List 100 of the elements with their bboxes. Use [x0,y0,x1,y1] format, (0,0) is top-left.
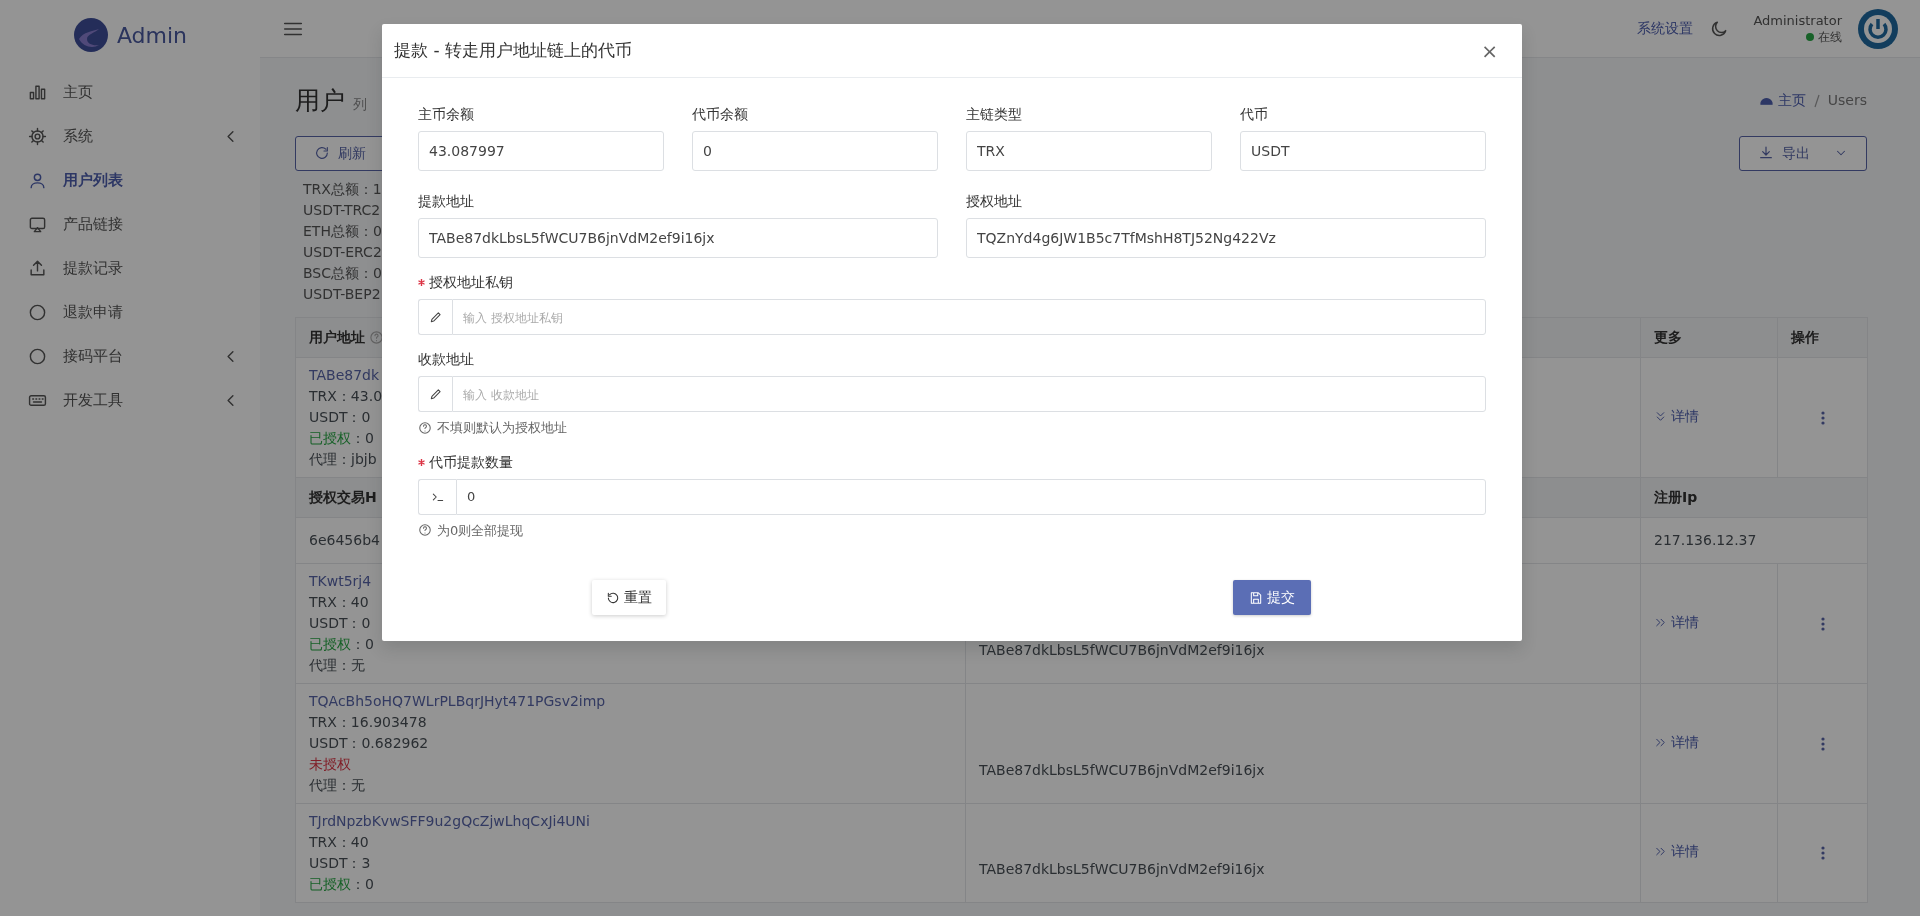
input-field[interactable]: TQZnYd4g6JW1B5c7TfMshH8TJ52Ng422Vz [966,218,1486,258]
table-cell: TABe87dkLbsL5fWCU7B6jnVdM2ef9i16jx [979,860,1265,877]
bar-chart-icon [28,82,47,102]
details-toggle[interactable]: 详情 [1654,731,1699,753]
total-line: ETH总额：0 [303,221,382,241]
input-field[interactable]: 0 [456,478,1486,515]
field-label: 代币余额 [692,105,748,124]
trx-balance: TRX：40 [309,832,369,852]
help-icon [369,329,384,345]
table-cell: TABe87dkLbsL5fWCU7B6jnVdM2ef9i16jx [979,761,1265,778]
auth-status: 已授权：0 [309,428,374,448]
usdt-balance: USDT：0 [309,613,371,633]
submit-button[interactable]: 提交 [1233,580,1311,615]
help-icon [418,523,432,538]
more-actions-icon[interactable] [1820,616,1825,631]
address-link[interactable]: TJrdNpzbKvwSFF9u2gQcZjwLhqCxJi4UNi [309,810,590,832]
page-subtitle: 列 [353,95,367,115]
input-field[interactable]: USDT [1240,131,1486,171]
help-text: 为0则全部提现 [437,521,524,540]
breadcrumb-separator [1813,93,1820,108]
agent-text: 代理：jbjb [309,449,377,469]
auth-status: 已授权：0 [309,874,374,894]
details-toggle[interactable]: 详情 [1654,405,1699,427]
settings-link[interactable]: 系统设置 [1637,18,1694,39]
address-link[interactable]: TKwt5rj4 [309,570,372,592]
sidebar-item[interactable]: 产品链接 [0,202,260,246]
column-header: 操作 [1777,317,1868,357]
details-toggle[interactable]: 详情 [1654,611,1699,633]
total-line: USDT-TRC2 [303,200,381,220]
total-line: USDT-ERC2 [303,242,382,262]
input-field[interactable]: 0 [692,131,938,171]
input-field[interactable]: 43.087997 [418,131,664,171]
total-line: BSC总额：0 [303,263,382,283]
avatar-icon[interactable] [1858,8,1898,49]
dialog-title: 提款 - 转走用户地址链上的代币 [394,38,632,62]
pencil-icon [428,387,443,401]
logo-icon [72,17,109,53]
breadcrumb-current: Users [1827,91,1867,111]
input-field[interactable]: 输入 授权地址私钥 [452,299,1486,335]
sidebar-item[interactable]: 用户列表 [0,158,260,202]
address-link[interactable]: TQAcBh5oHQ7WLrPLBqrJHyt471PGsv2imp [309,690,606,712]
breadcrumb-link[interactable]: 主页 [1758,90,1806,112]
pencil-icon [428,310,443,324]
reset-button[interactable]: 重置 [592,580,666,615]
input-field[interactable]: TRX [966,131,1212,171]
more-actions-icon[interactable] [1820,410,1825,425]
agent-text: 代理：无 [309,775,365,795]
undo-icon [606,590,620,605]
usdt-balance: USDT：3 [309,853,371,873]
sidebar-item[interactable]: 开发工具 [0,378,260,422]
gear-icon [28,126,47,146]
trx-balance: TRX：43.0 [309,386,383,406]
field-label: 提款地址 [418,192,474,211]
double-chevron-right-icon [1654,845,1667,858]
auth-status: 已授权：0 [309,634,374,654]
usdt-balance: USDT：0.682962 [309,733,429,753]
help-text: 不填则默认为授权地址 [437,419,567,437]
user-name: Administrator [1753,11,1842,29]
upload-icon [28,258,47,278]
sidebar-item[interactable]: 退款申请 [0,290,260,334]
field-label: 主链类型 [966,105,1022,124]
sidebar-item[interactable]: 提款记录 [0,246,260,290]
person-icon [28,170,47,190]
field-label: 代币提款数量 [429,452,513,472]
sidebar-item[interactable]: 接码平台 [0,334,260,378]
page-title: 用户 [295,85,345,117]
field-label: 主币余额 [418,105,474,124]
column-header: 注册Ip [1640,477,1868,517]
brand-name: Admin [116,21,188,50]
download-icon [1758,145,1774,161]
close-button[interactable]: × [1475,35,1504,66]
circle-icon [28,302,47,322]
total-line: USDT-BEP2 [303,284,381,304]
monitor-icon [28,214,47,234]
trx-balance: TRX：16.903478 [309,712,427,732]
field-label: 授权地址私钥 [429,273,513,292]
circle-icon [28,346,47,366]
required-icon [418,458,425,466]
sidebar-item[interactable]: 主页 [0,70,260,114]
required-icon [418,279,425,286]
sidebar-item[interactable]: 系统 [0,114,260,158]
user-status: 在线 [1818,28,1842,46]
auth-status: 未授权 [309,754,351,774]
column-header: 更多 [1640,317,1778,357]
address-link[interactable]: TABe87dk [309,364,380,386]
input-field[interactable]: 输入 收款地址 [452,376,1486,412]
help-icon [418,420,432,435]
more-actions-icon[interactable] [1820,736,1825,751]
field-label: 代币 [1240,105,1268,124]
table-cell: TABe87dkLbsL5fWCU7B6jnVdM2ef9i16jx [979,641,1265,658]
usdt-balance: USDT：0 [309,407,371,427]
double-chevron-down-icon [1654,409,1667,423]
details-toggle[interactable]: 详情 [1654,841,1699,862]
agent-text: 代理：无 [309,655,365,675]
refresh-button[interactable]: 刷新 [295,135,385,171]
save-icon [1249,590,1263,605]
export-button[interactable]: 导出 [1739,135,1867,171]
more-actions-icon[interactable] [1820,846,1825,860]
input-field[interactable]: TABe87dkLbsL5fWCU7B6jnVdM2ef9i16jx [418,218,938,258]
table-cell: 217.136.12.37 [1640,517,1868,563]
